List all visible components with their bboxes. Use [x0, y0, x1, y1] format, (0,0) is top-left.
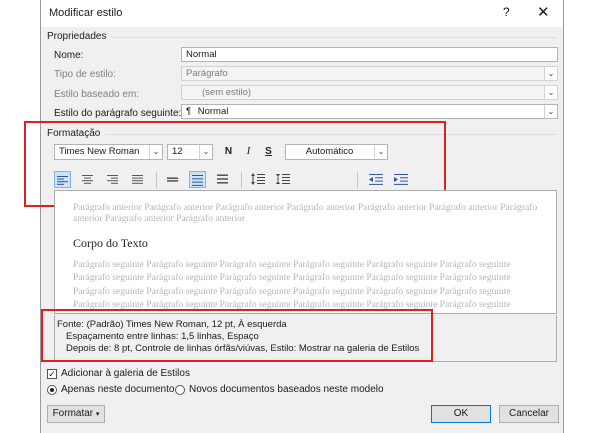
only-this-document-radio[interactable]	[47, 385, 57, 395]
style-type-value: Parágrafo	[186, 68, 228, 79]
format-button[interactable]: Formatar ▾	[47, 405, 105, 423]
name-field[interactable]: Normal	[181, 47, 558, 62]
chevron-down-icon: ⌄	[544, 67, 557, 80]
format-button-label: Formatar	[52, 408, 94, 419]
caret-down-icon: ▾	[95, 411, 100, 418]
ok-button[interactable]: OK	[431, 405, 491, 423]
properties-heading: Propriedades	[47, 31, 107, 42]
body-text-sample: Corpo do Texto	[73, 236, 148, 250]
add-to-gallery-label: Adicionar à galeria de Estilos	[61, 368, 190, 379]
description-highlight-frame	[41, 309, 433, 362]
next-paragraph-label: Estilo do parágrafo seguinte:	[54, 108, 182, 119]
based-on-select: (sem estilo) ⌄	[181, 85, 558, 100]
close-button[interactable]: ✕	[537, 3, 550, 21]
properties-divider	[111, 37, 557, 38]
dialog-title: Modificar estilo	[49, 7, 123, 19]
chevron-down-icon: ⌄	[544, 86, 557, 99]
name-label: Nome:	[54, 50, 84, 61]
next-paragraph-value: Normal	[197, 106, 229, 117]
title-bar: Modificar estilo ? ✕	[41, 0, 563, 27]
based-on-label: Estilo baseado em:	[54, 89, 140, 100]
previous-paragraph-sample: Parágrafo anterior Parágrafo anterior Pa…	[73, 203, 538, 224]
modify-style-dialog: Modificar estilo ? ✕ Propriedades Nome: …	[24, 0, 564, 433]
pilcrow-icon: ¶	[186, 106, 192, 117]
based-on-value: (sem estilo)	[202, 87, 252, 98]
style-type-select: Parágrafo ⌄	[181, 66, 558, 81]
cancel-button[interactable]: Cancelar	[499, 405, 559, 423]
style-type-label: Tipo de estilo:	[54, 69, 116, 80]
only-this-document-label: Apenas neste documento	[61, 384, 175, 395]
next-paragraph-sample: Parágrafo seguinte Parágrafo seguinte Pa…	[73, 260, 511, 310]
next-paragraph-select[interactable]: ¶ Normal ⌄	[181, 104, 558, 119]
style-preview: Parágrafo anterior Parágrafo anterior Pa…	[54, 190, 557, 314]
chevron-down-icon: ⌄	[544, 105, 557, 118]
help-button[interactable]: ?	[503, 5, 510, 19]
new-documents-label: Novos documentos baseados neste modelo	[189, 384, 384, 395]
add-to-gallery-checkbox[interactable]: ✓	[47, 369, 57, 379]
new-documents-radio[interactable]	[175, 385, 185, 395]
